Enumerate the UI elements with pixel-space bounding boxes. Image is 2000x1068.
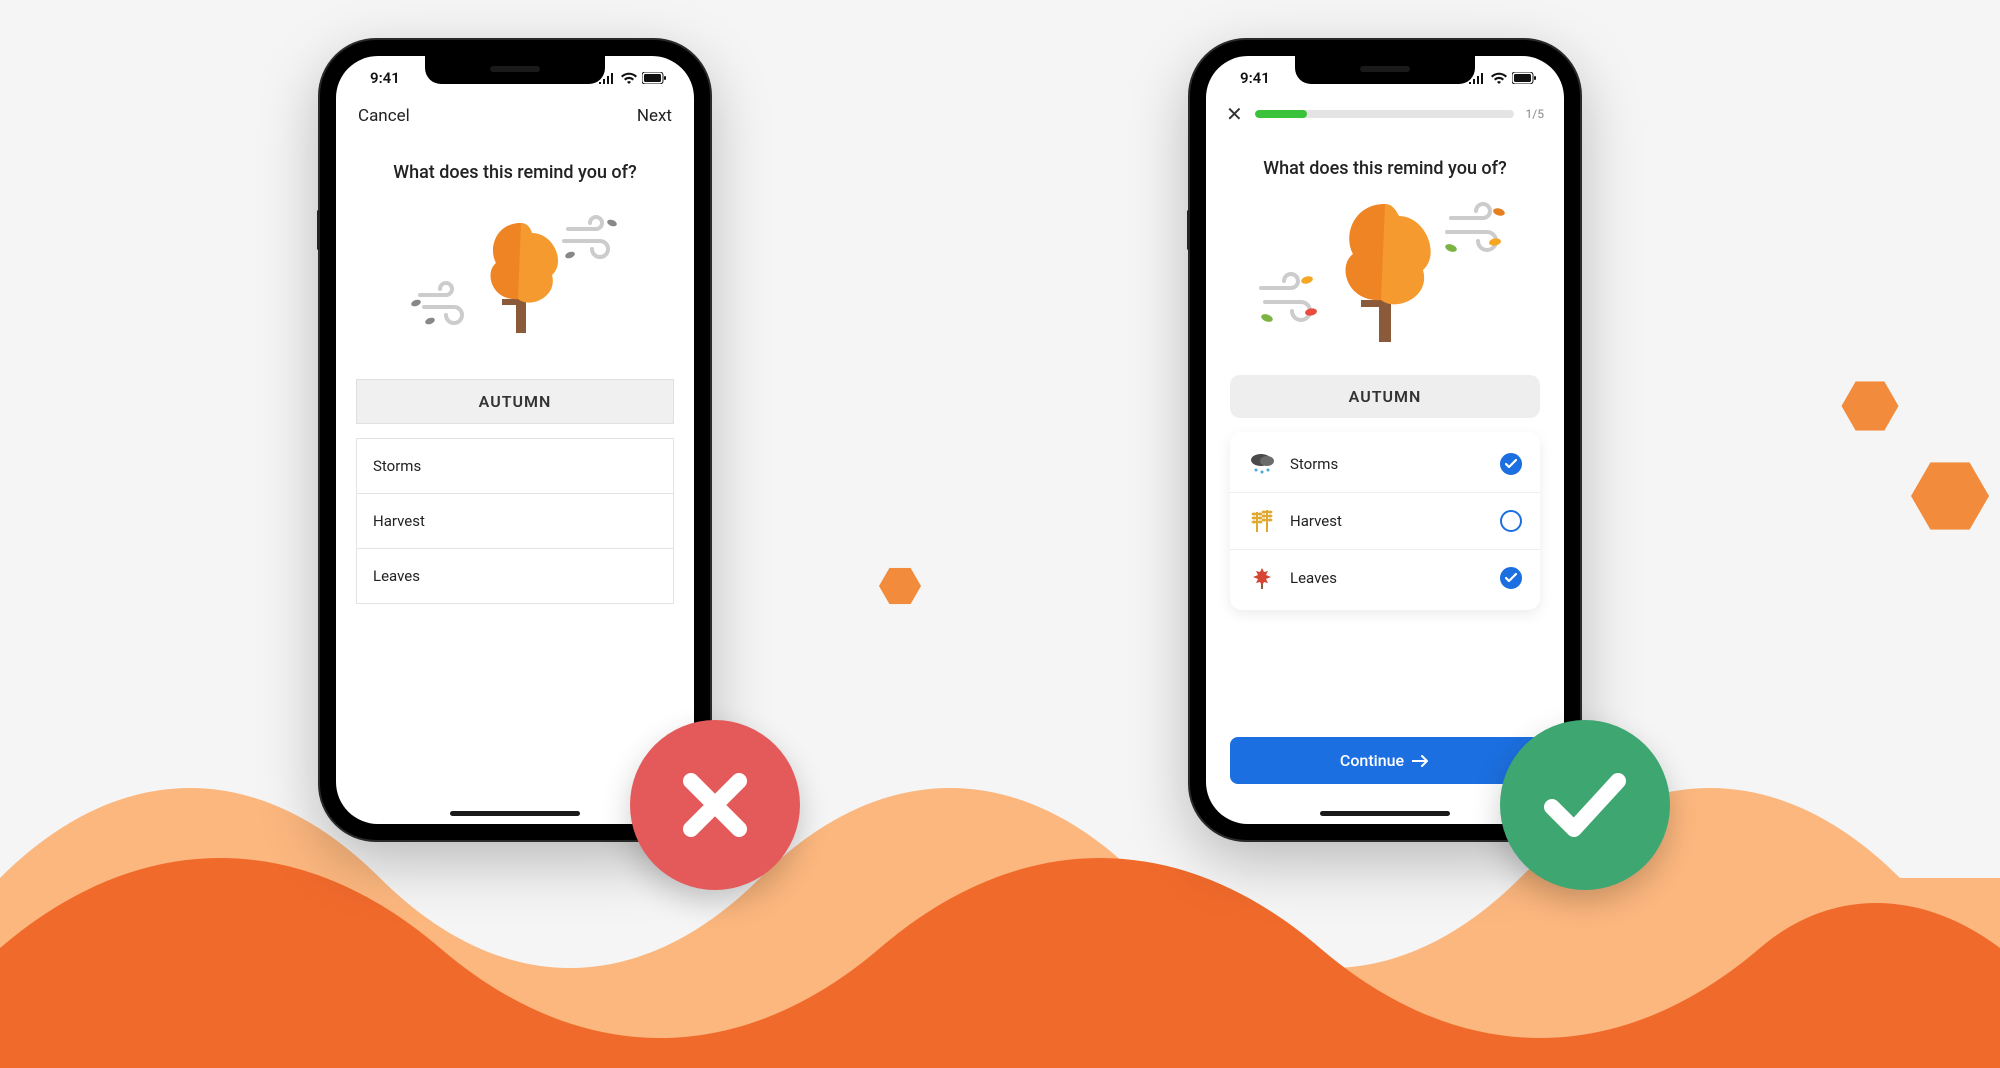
battery-icon (1512, 72, 1536, 84)
status-time: 9:41 (1240, 69, 1270, 87)
good-example-phone: 9:41 ✕ 1/5 What does this remind you of? (1190, 40, 1580, 840)
hex-deco (1842, 381, 1899, 430)
continue-button[interactable]: Continue (1230, 737, 1540, 784)
home-indicator (450, 811, 580, 816)
option-row[interactable]: Storms (357, 439, 673, 494)
next-button[interactable]: Next (637, 106, 672, 126)
maple-leaf-icon (1248, 564, 1276, 592)
radio-checked-icon[interactable] (1500, 453, 1522, 475)
continue-label: Continue (1340, 751, 1404, 770)
illustration (336, 195, 694, 365)
option-row[interactable]: Harvest (357, 494, 673, 549)
wheat-icon (1248, 507, 1276, 535)
prompt-text: What does this remind you of? (1206, 132, 1564, 191)
option-row[interactable]: Harvest (1230, 493, 1540, 550)
status-time: 9:41 (370, 69, 400, 87)
radio-checked-icon[interactable] (1500, 567, 1522, 589)
storm-cloud-icon (1248, 450, 1276, 478)
nav-bar: Cancel Next (336, 100, 694, 136)
option-row[interactable]: Leaves (1230, 550, 1540, 606)
wifi-icon (621, 72, 637, 84)
progress-track (1255, 110, 1514, 118)
good-marker-icon (1500, 720, 1670, 890)
option-list: Storms Harvest Leaves (356, 438, 674, 604)
arrow-right-icon (1412, 755, 1430, 767)
home-indicator (1320, 811, 1450, 816)
prompt-text: What does this remind you of? (336, 136, 694, 195)
section-header: AUTUMN (356, 379, 674, 424)
option-label: Leaves (373, 567, 420, 585)
close-icon[interactable]: ✕ (1226, 104, 1243, 124)
notch (425, 56, 605, 84)
hex-deco (879, 568, 921, 604)
option-row[interactable]: Leaves (357, 549, 673, 603)
option-label: Storms (1290, 455, 1486, 473)
background-waves (0, 648, 2000, 1068)
option-list: Storms Harvest Leaves (1230, 432, 1540, 610)
option-label: Leaves (1290, 569, 1486, 587)
illustration (1206, 191, 1564, 361)
radio-unchecked-icon[interactable] (1500, 510, 1522, 532)
wifi-icon (1491, 72, 1507, 84)
option-label: Storms (373, 457, 421, 475)
hex-deco (1911, 462, 1989, 530)
notch (1295, 56, 1475, 84)
section-header: AUTUMN (1230, 375, 1540, 418)
bad-marker-icon (630, 720, 800, 890)
progress-fill (1255, 110, 1307, 118)
progress-bar-row: ✕ 1/5 (1206, 100, 1564, 132)
option-label: Harvest (1290, 512, 1486, 530)
option-row[interactable]: Storms (1230, 436, 1540, 493)
progress-label: 1/5 (1526, 107, 1544, 121)
option-label: Harvest (373, 512, 425, 530)
battery-icon (642, 72, 666, 84)
cancel-button[interactable]: Cancel (358, 106, 410, 126)
bad-example-phone: 9:41 Cancel Next What does this remind y… (320, 40, 710, 840)
